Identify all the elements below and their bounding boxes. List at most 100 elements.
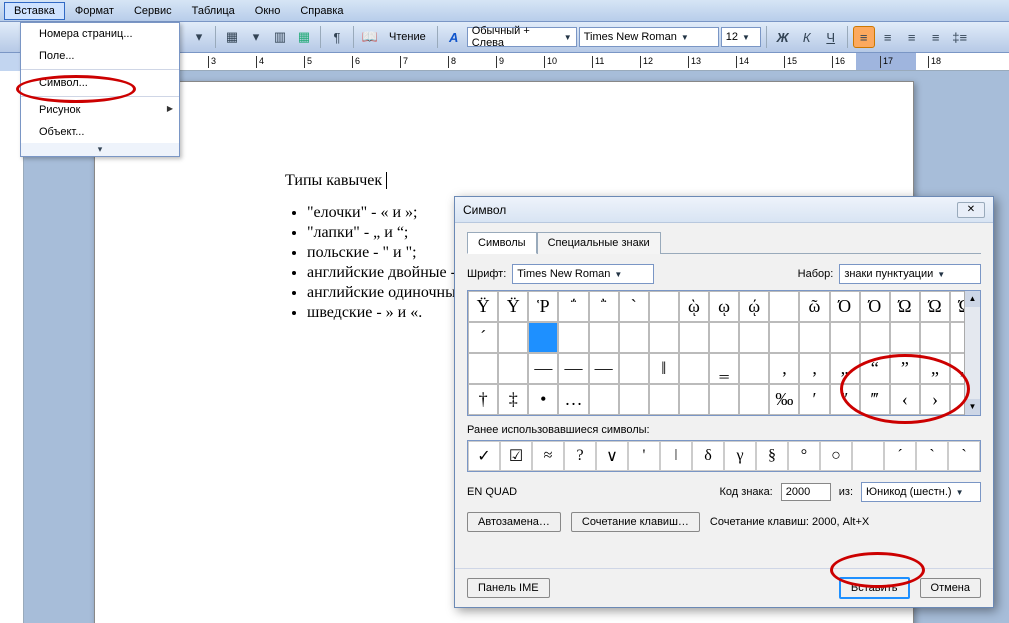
recent-symbol-cell[interactable]: ˋ	[948, 441, 980, 471]
bold-icon[interactable]: Ж	[772, 26, 794, 48]
menu-item-service[interactable]: Сервис	[124, 2, 182, 20]
symbol-cell[interactable]: ―	[589, 353, 619, 384]
symbol-cell[interactable]: Ϋ	[498, 291, 528, 322]
symbol-cell[interactable]	[468, 353, 498, 384]
recent-symbol-cell[interactable]: §	[756, 441, 788, 471]
styles-icon[interactable]: A	[443, 26, 465, 48]
symbol-cell[interactable]: Ϋ	[468, 291, 498, 322]
symbol-cell[interactable]: ῲ	[679, 291, 709, 322]
menu-item-help[interactable]: Справка	[290, 2, 353, 20]
symbol-cell[interactable]	[860, 322, 890, 353]
size-combo[interactable]: 12▼	[721, 27, 761, 47]
font-select[interactable]: Times New Roman▼	[512, 264, 654, 284]
symbol-cell[interactable]	[739, 384, 769, 415]
shortcut-button[interactable]: Сочетание клавиш…	[571, 512, 700, 532]
symbol-cell[interactable]: —	[528, 353, 558, 384]
symbol-cell[interactable]: ″	[830, 384, 860, 415]
recent-symbol-cell[interactable]: ○	[820, 441, 852, 471]
symbol-cell[interactable]	[619, 353, 649, 384]
tool-icon[interactable]: ▾	[188, 26, 210, 48]
menu-item-format[interactable]: Формат	[65, 2, 124, 20]
symbol-cell[interactable]	[920, 322, 950, 353]
close-icon[interactable]: ✕	[957, 202, 985, 218]
symbol-cell[interactable]: ‚	[769, 353, 799, 384]
insert-button[interactable]: Вставить	[839, 577, 910, 599]
symbol-cell[interactable]: „	[920, 353, 950, 384]
symbol-cell[interactable]	[498, 322, 528, 353]
menu-object[interactable]: Объект...	[21, 121, 179, 143]
symbol-cell[interactable]: ‖	[649, 353, 679, 384]
symbol-cell[interactable]	[830, 322, 860, 353]
symbol-cell[interactable]	[649, 322, 679, 353]
scrollbar[interactable]: ▲ ▼	[964, 291, 980, 415]
symbol-cell[interactable]: …	[558, 384, 588, 415]
recent-symbol-cell[interactable]: °	[788, 441, 820, 471]
symbol-cell[interactable]: ῴ	[739, 291, 769, 322]
symbol-cell[interactable]: ”	[890, 353, 920, 384]
symbol-cell[interactable]: ῳ	[709, 291, 739, 322]
symbol-cell[interactable]	[589, 322, 619, 353]
symbol-cell[interactable]: Ῥ	[528, 291, 558, 322]
symbol-cell[interactable]: Ώ	[890, 291, 920, 322]
menu-item-insert[interactable]: Вставка	[4, 2, 65, 20]
symbol-cell[interactable]: Ό	[830, 291, 860, 322]
menu-field[interactable]: Поле...	[21, 45, 179, 67]
symbol-cell[interactable]	[769, 291, 799, 322]
symbol-cell[interactable]	[679, 322, 709, 353]
symbol-cell[interactable]: ‰	[769, 384, 799, 415]
menu-expand[interactable]: ▾	[21, 143, 179, 156]
recent-symbol-cell[interactable]: ✓	[468, 441, 500, 471]
from-select[interactable]: Юникод (шестн.)▼	[861, 482, 981, 502]
pilcrow-icon[interactable]: ¶	[326, 26, 348, 48]
symbol-cell[interactable]	[739, 353, 769, 384]
recent-symbol-cell[interactable]: ≈	[532, 441, 564, 471]
tool-icon[interactable]: ▾	[245, 26, 267, 48]
tab-symbols[interactable]: Символы	[467, 232, 537, 254]
symbol-cell[interactable]: ῭	[589, 291, 619, 322]
symbol-cell[interactable]	[528, 322, 558, 353]
cancel-button[interactable]: Отмена	[920, 578, 981, 598]
symbol-cell[interactable]	[558, 322, 588, 353]
symbol-cell[interactable]	[589, 384, 619, 415]
symbol-cell[interactable]	[739, 322, 769, 353]
symbol-cell[interactable]: ′	[799, 384, 829, 415]
symbol-cell[interactable]	[649, 291, 679, 322]
autocorrect-button[interactable]: Автозамена…	[467, 512, 561, 532]
symbol-cell[interactable]	[709, 384, 739, 415]
symbol-cell[interactable]	[619, 384, 649, 415]
recent-symbol-cell[interactable]: γ	[724, 441, 756, 471]
symbol-cell[interactable]	[799, 322, 829, 353]
book-icon[interactable]: 📖	[359, 26, 381, 48]
menu-page-numbers[interactable]: Номера страниц...	[21, 23, 179, 45]
recent-symbol-cell[interactable]: ?	[564, 441, 596, 471]
code-input[interactable]	[781, 483, 831, 501]
font-combo[interactable]: Times New Roman▼	[579, 27, 719, 47]
recent-symbol-cell[interactable]: ´	[884, 441, 916, 471]
scroll-down-icon[interactable]: ▼	[965, 399, 980, 415]
symbol-cell[interactable]	[679, 353, 709, 384]
symbol-cell[interactable]: “	[860, 353, 890, 384]
set-select[interactable]: знаки пунктуации▼	[839, 264, 981, 284]
columns-icon[interactable]: ▥	[269, 26, 291, 48]
symbol-cell[interactable]: ‚	[799, 353, 829, 384]
symbol-cell[interactable]: ›	[920, 384, 950, 415]
tab-special[interactable]: Специальные знаки	[537, 232, 661, 254]
symbol-cell[interactable]	[679, 384, 709, 415]
symbol-cell[interactable]: Ό	[860, 291, 890, 322]
recent-symbol-cell[interactable]: δ	[692, 441, 724, 471]
recent-symbol-cell[interactable]	[852, 441, 884, 471]
symbol-cell[interactable]: `	[619, 291, 649, 322]
scroll-up-icon[interactable]: ▲	[965, 291, 980, 307]
symbol-cell[interactable]: ‴	[860, 384, 890, 415]
symbol-cell[interactable]	[769, 322, 799, 353]
recent-symbol-cell[interactable]: ☑	[500, 441, 532, 471]
line-spacing-icon[interactable]: ‡≡	[949, 26, 971, 48]
menu-item-window[interactable]: Окно	[245, 2, 291, 20]
italic-icon[interactable]: К	[796, 26, 818, 48]
recent-symbol-cell[interactable]: `	[916, 441, 948, 471]
symbol-cell[interactable]	[619, 322, 649, 353]
symbol-cell[interactable]: ῶ	[799, 291, 829, 322]
menu-symbol[interactable]: Символ...	[21, 72, 179, 94]
dialog-titlebar[interactable]: Символ ✕	[455, 197, 993, 223]
excel-icon[interactable]: ▦	[293, 26, 315, 48]
